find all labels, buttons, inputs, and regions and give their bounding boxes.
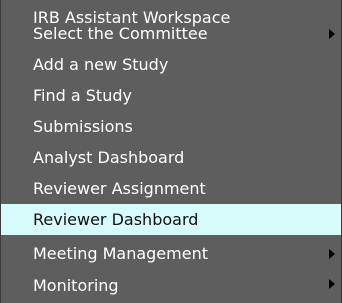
menu-item-add-a-new-study[interactable]: Add a new Study <box>1 49 341 80</box>
menu-item-label: Submissions <box>33 117 133 136</box>
menu-item-analyst-dashboard[interactable]: Analyst Dashboard <box>1 142 341 173</box>
menu-item-submissions[interactable]: Submissions <box>1 111 341 142</box>
menu-item-label: Select the Committee <box>33 24 208 43</box>
menu-item-monitoring[interactable]: Monitoring <box>1 270 341 301</box>
menu-item-label: Add a new Study <box>33 55 169 74</box>
menu-item-reviewer-assignment[interactable]: Reviewer Assignment <box>1 173 341 204</box>
chevron-right-icon <box>329 279 335 289</box>
menu-item-meeting-management[interactable]: Meeting Management <box>1 237 341 270</box>
menu-item-label: Find a Study <box>33 86 132 105</box>
navigation-menu: IRB Assistant Workspace Select the Commi… <box>0 0 342 303</box>
menu-item-label: Meeting Management <box>33 244 208 263</box>
menu-item-label: Reviewer Dashboard <box>33 210 199 229</box>
menu-item-label: Analyst Dashboard <box>33 148 185 167</box>
chevron-right-icon <box>329 28 335 39</box>
chevron-right-icon <box>329 248 335 259</box>
menu-item-select-the-committee[interactable]: Select the Committee <box>1 18 341 49</box>
menu-item-label: Reviewer Assignment <box>33 179 206 198</box>
menu-item-irb-assistant-workspace[interactable]: IRB Assistant Workspace <box>1 0 341 27</box>
menu-item-find-a-study[interactable]: Find a Study <box>1 80 341 111</box>
menu-item-reviewer-dashboard[interactable]: Reviewer Dashboard <box>1 204 341 235</box>
menu-item-label: Monitoring <box>33 276 119 295</box>
